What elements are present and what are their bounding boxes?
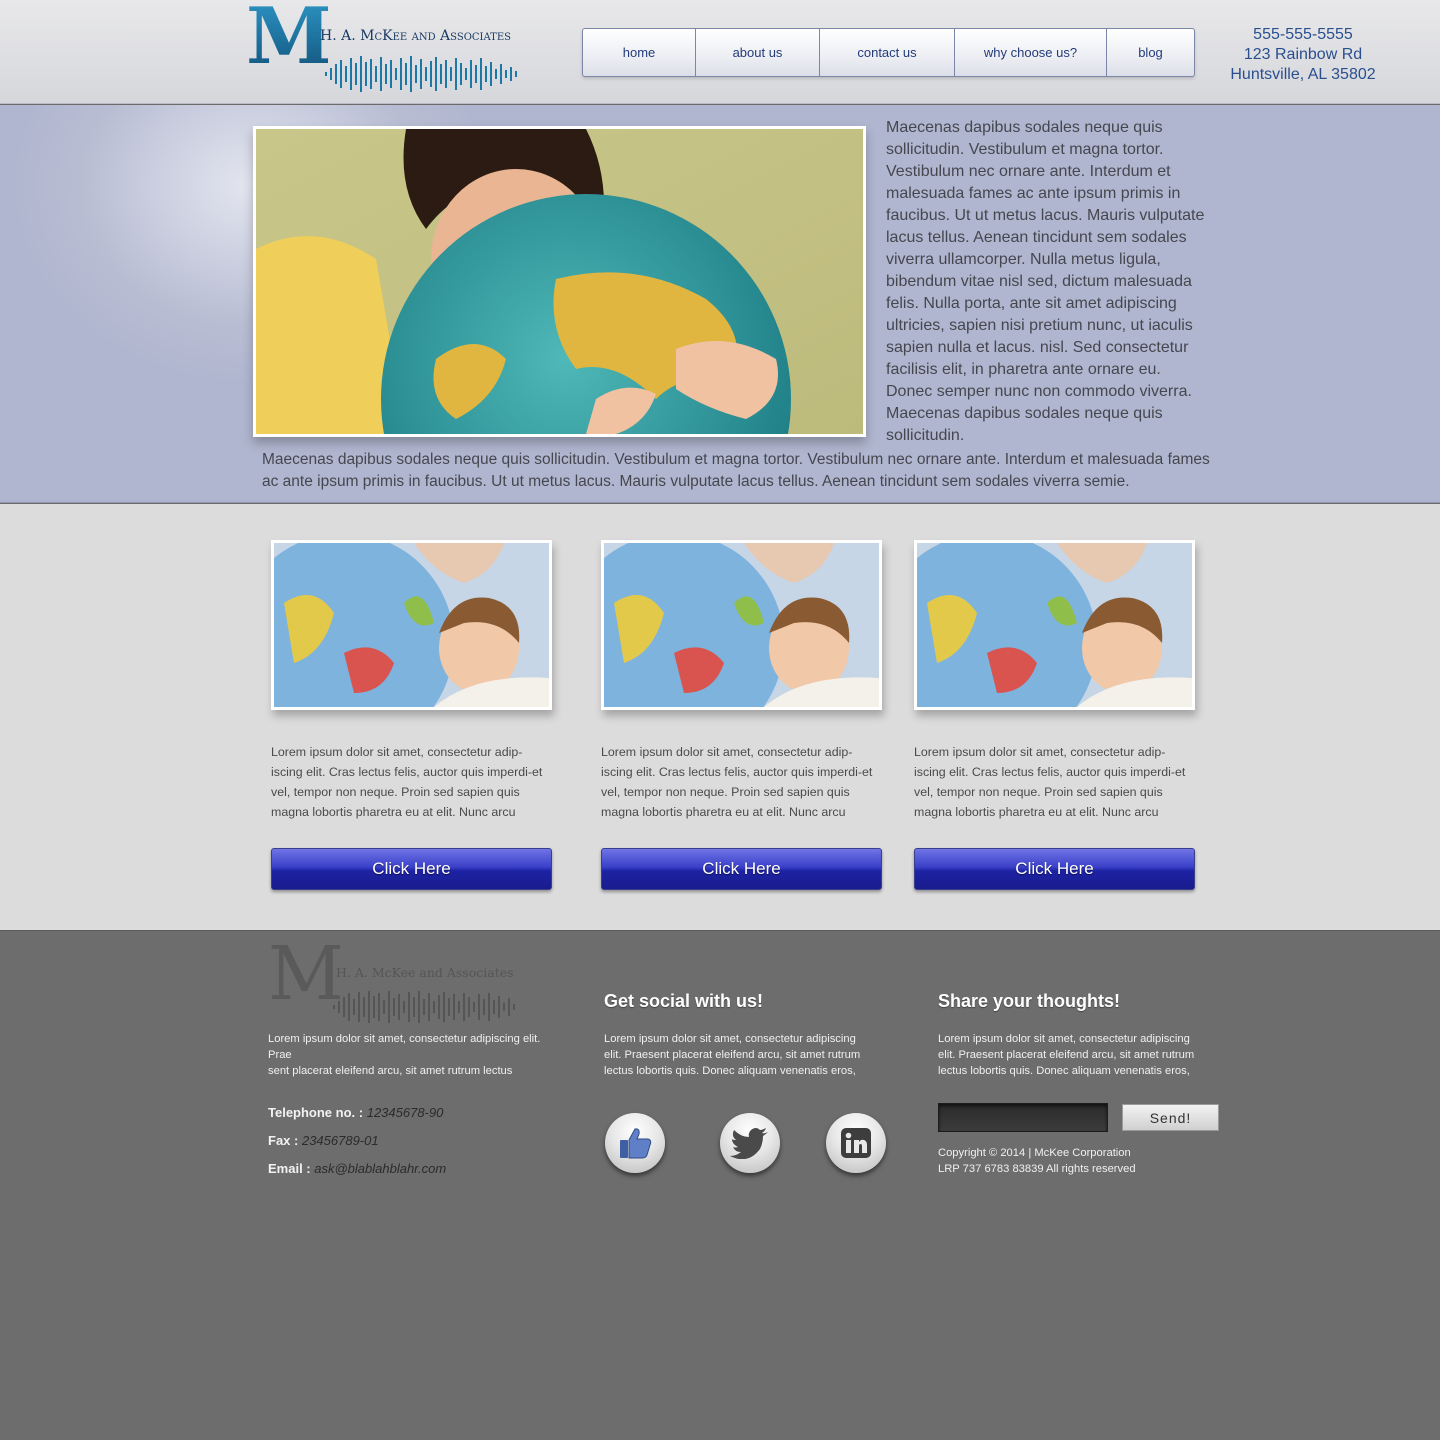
nav-why-choose-us[interactable]: why choose us? — [955, 29, 1107, 76]
click-here-button[interactable]: Click Here — [271, 848, 552, 890]
telephone-label: Telephone no. : — [268, 1105, 364, 1120]
footer-telephone: Telephone no. : 12345678-90 — [268, 1105, 443, 1120]
site-footer: M H. A. McKee and Associates Lorem ipsum… — [0, 930, 1440, 1440]
header-street: 123 Rainbow Rd — [1243, 46, 1363, 63]
footer-logo[interactable]: M H. A. McKee and Associates — [268, 937, 538, 1031]
feature-card: Lorem ipsum dolor sit amet, consectetur … — [914, 540, 1195, 890]
footer-logo-monogram: M — [268, 931, 344, 1017]
header-contact: 555-555-5555 123 Rainbow Rd Huntsville, … — [1214, 25, 1392, 85]
telephone-value: 12345678-90 — [366, 1105, 444, 1120]
footer-about-text: Lorem ipsum dolor sit amet, consectetur … — [268, 1031, 548, 1079]
thoughts-input[interactable] — [938, 1103, 1108, 1132]
copyright-line-1: Copyright © 2014 | McKee Corporation — [938, 1147, 1131, 1159]
footer-email: Email : ask@blablahblahr.com — [268, 1161, 446, 1176]
twitter-icon[interactable] — [720, 1113, 780, 1173]
features-section: Lorem ipsum dolor sit amet, consectetur … — [0, 504, 1440, 930]
card-text: Lorem ipsum dolor sit amet, consectetur … — [271, 745, 543, 819]
footer-logo-name: H. A. McKee and Associates — [336, 965, 514, 980]
card-image-boy-with-globe — [914, 540, 1195, 710]
social-heading: Get social with us! — [604, 991, 764, 1011]
copyright: Copyright © 2014 | McKee Corporation LRP… — [938, 1145, 1136, 1177]
thoughts-text: Lorem ipsum dolor sit amet, consectetur … — [938, 1033, 1195, 1077]
footer-fax: Fax : 23456789-01 — [268, 1133, 379, 1148]
brand-logo[interactable]: M H. A. McKee and Associates — [246, 0, 536, 96]
feature-card: Lorem ipsum dolor sit amet, consectetur … — [601, 540, 882, 890]
logo-monogram: M — [246, 0, 332, 82]
nav-blog[interactable]: blog — [1107, 29, 1194, 76]
fax-value: 23456789-01 — [301, 1133, 379, 1148]
linkedin-icon[interactable] — [826, 1113, 886, 1173]
card-text: Lorem ipsum dolor sit amet, consectetur … — [601, 745, 873, 819]
sound-wave-icon — [333, 991, 515, 1023]
nav-contact-us[interactable]: contact us — [820, 29, 955, 76]
click-here-button[interactable]: Click Here — [914, 848, 1195, 890]
header-city: Huntsville, AL 35802 — [1230, 66, 1376, 83]
email-link[interactable]: ask@blablahblahr.com — [314, 1161, 446, 1176]
card-image-boy-with-globe — [271, 540, 552, 710]
sound-wave-icon — [325, 56, 517, 92]
hero-side-text: Maecenas dapibus sodales neque quis soll… — [886, 119, 1205, 444]
footer-about-line-2: sent placerat eleifend arcu, sit amet ru… — [268, 1065, 513, 1077]
thoughts-heading: Share your thoughts! — [938, 991, 1121, 1011]
header-phone: 555-555-5555 — [1253, 26, 1353, 43]
hero-wide-text: Maecenas dapibus sodales neque quis soll… — [262, 451, 1210, 490]
main-nav: home about us contact us why choose us? … — [582, 28, 1195, 77]
email-label: Email : — [268, 1161, 311, 1176]
like-icon[interactable] — [605, 1113, 665, 1173]
copyright-line-2: LRP 737 6783 83839 All rights reserved — [938, 1163, 1136, 1175]
hero-section: Maecenas dapibus sodales neque quis soll… — [0, 105, 1440, 503]
feature-card: Lorem ipsum dolor sit amet, consectetur … — [271, 540, 552, 890]
card-image-boy-with-globe — [601, 540, 882, 710]
nav-home[interactable]: home — [583, 29, 696, 76]
fax-label: Fax : — [268, 1133, 299, 1148]
card-text: Lorem ipsum dolor sit amet, consectetur … — [914, 745, 1186, 819]
footer-about-line-1: Lorem ipsum dolor sit amet, consectetur … — [268, 1033, 541, 1061]
send-button[interactable]: Send! — [1122, 1104, 1219, 1131]
hero-image-girl-with-globe — [253, 126, 866, 437]
nav-about-us[interactable]: about us — [696, 29, 820, 76]
site-header: M H. A. McKee and Associates home about — [0, 0, 1440, 104]
logo-name: H. A. McKee and Associates — [320, 28, 511, 44]
social-text: Lorem ipsum dolor sit amet, consectetur … — [604, 1033, 861, 1077]
click-here-button[interactable]: Click Here — [601, 848, 882, 890]
